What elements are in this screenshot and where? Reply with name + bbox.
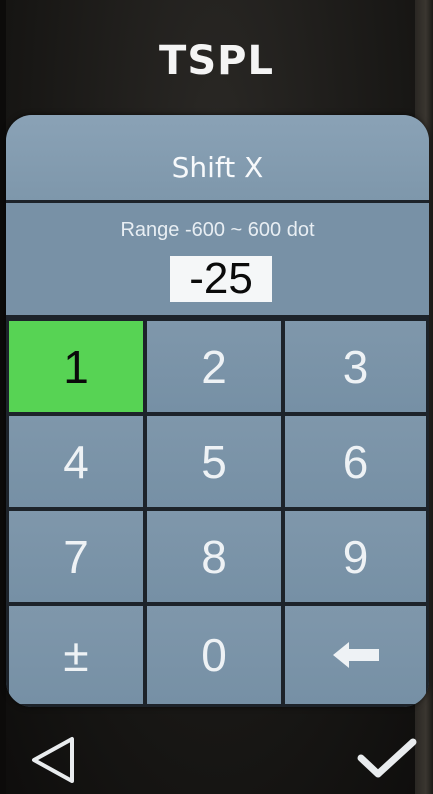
page-title: TSPL — [159, 38, 274, 84]
value-field[interactable]: -25 — [170, 256, 272, 302]
key-1[interactable]: 1 — [9, 321, 143, 412]
key-3-label: 3 — [342, 340, 369, 393]
key-plus-minus-label: ± — [63, 629, 89, 681]
key-9-label: 9 — [342, 530, 369, 583]
dialog-title: Shift X — [171, 151, 264, 184]
key-1-label: 1 — [63, 340, 89, 393]
key-0-label: 0 — [201, 629, 227, 681]
key-5-label: 5 — [201, 435, 227, 488]
key-4[interactable]: 4 — [9, 416, 143, 507]
numeric-input-dialog: Shift X Range -600 ~ 600 dot -25 1 2 3 4… — [6, 115, 429, 707]
dialog-header: Shift X — [6, 115, 429, 203]
dialog-info: Range -600 ~ 600 dot -25 — [6, 203, 429, 318]
key-plus-minus[interactable]: ± — [9, 606, 143, 704]
key-backspace[interactable] — [285, 606, 426, 704]
checkmark-icon[interactable] — [356, 736, 418, 782]
key-9[interactable]: 9 — [285, 511, 426, 602]
back-triangle-icon[interactable] — [28, 735, 78, 785]
key-7[interactable]: 7 — [9, 511, 143, 602]
key-6-label: 6 — [342, 435, 369, 488]
key-7-label: 7 — [63, 530, 89, 583]
keypad: 1 2 3 4 5 6 7 8 9 ± 0 — [6, 318, 429, 707]
key-8-label: 8 — [201, 530, 227, 583]
key-8[interactable]: 8 — [147, 511, 281, 602]
key-2[interactable]: 2 — [147, 321, 281, 412]
backspace-icon — [332, 642, 379, 668]
range-label: Range -600 ~ 600 dot — [120, 219, 315, 241]
key-4-label: 4 — [63, 435, 89, 488]
key-2-label: 2 — [201, 340, 227, 393]
key-3[interactable]: 3 — [285, 321, 426, 412]
key-6[interactable]: 6 — [285, 416, 426, 507]
key-5[interactable]: 5 — [147, 416, 281, 507]
screen: TSPL Shift X Range -600 ~ 600 dot -25 1 … — [0, 0, 433, 794]
key-0[interactable]: 0 — [147, 606, 281, 704]
